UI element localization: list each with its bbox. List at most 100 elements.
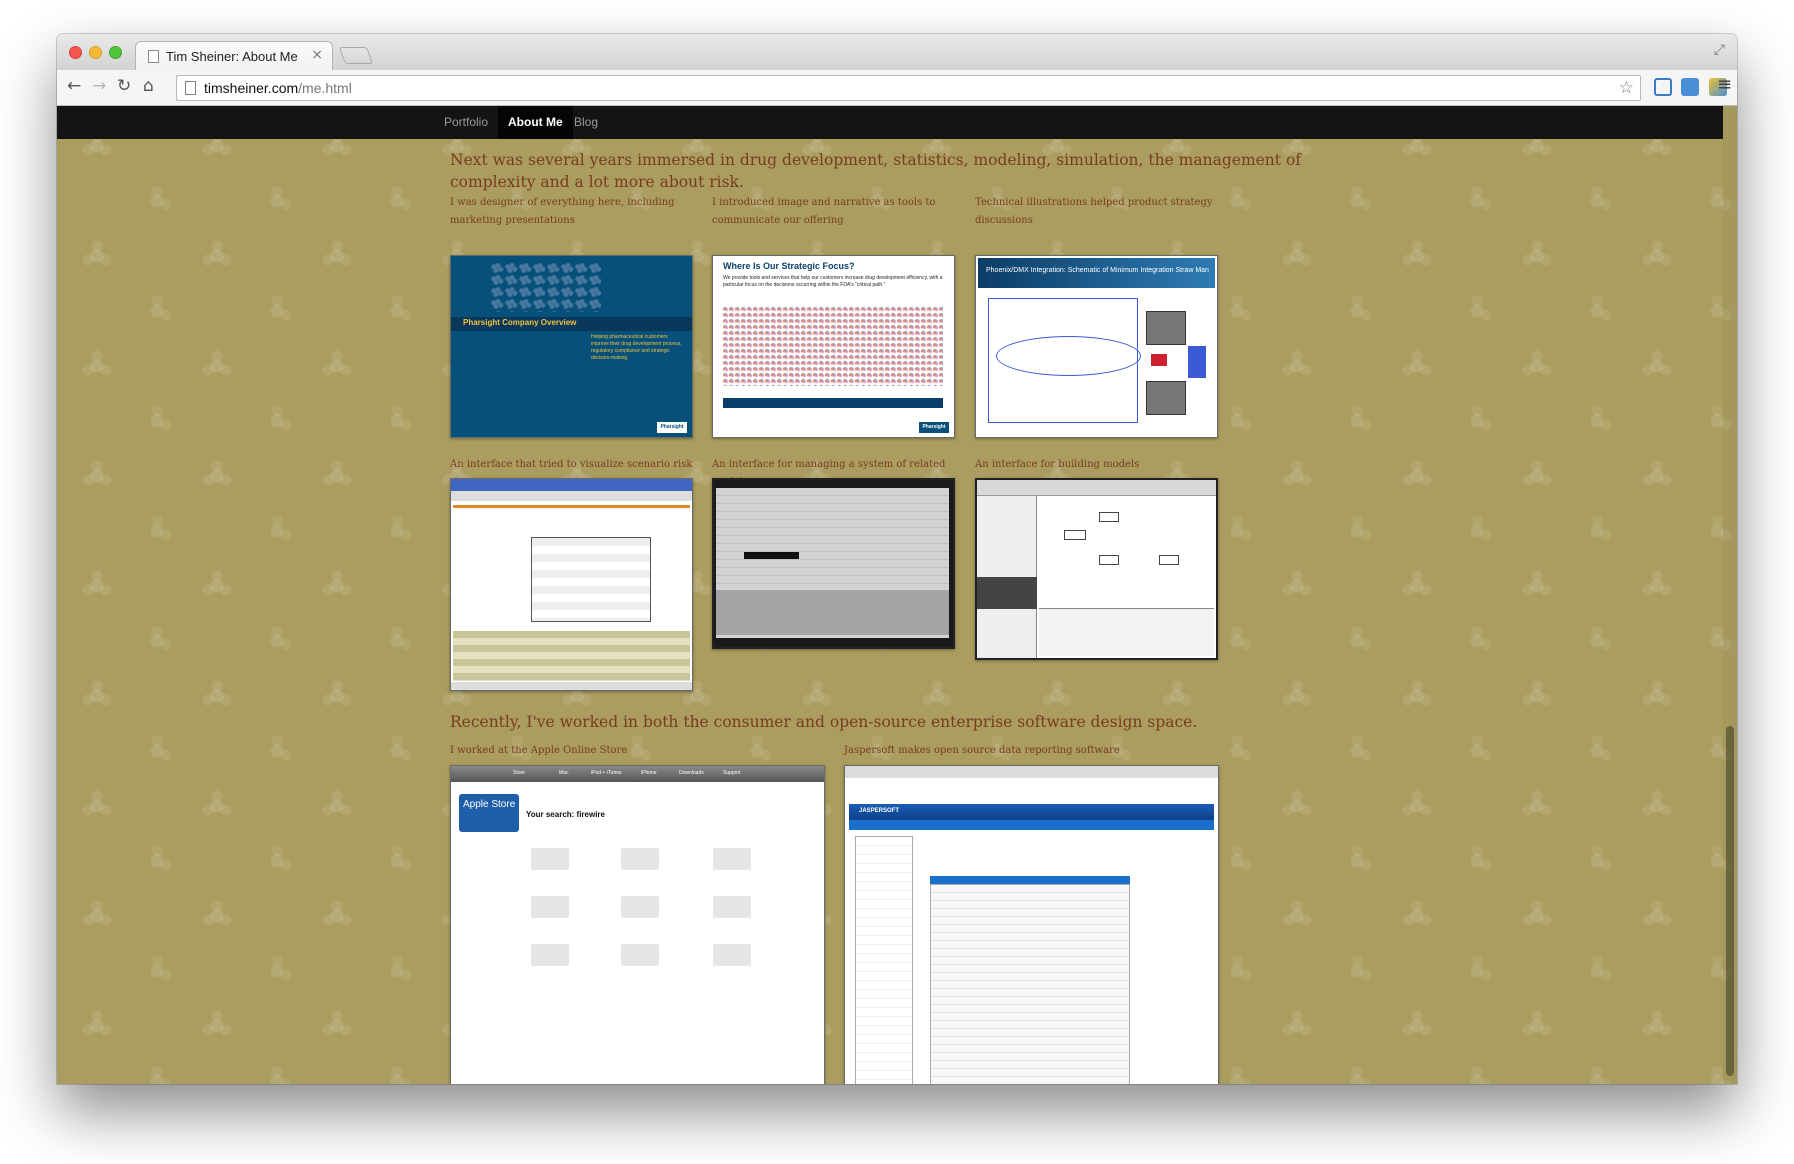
- slide-band: [723, 398, 943, 408]
- process-oval: [996, 336, 1141, 376]
- search-result-heading: Your search: firewire: [526, 810, 605, 819]
- overview-subtitle: Helping pharmaceutical customers improve…: [591, 334, 682, 361]
- address-bar[interactable]: timsheiner.com/me.html ☆: [176, 75, 1641, 101]
- model-builder-thumbnail[interactable]: [975, 478, 1218, 660]
- builder-canvas: [1039, 500, 1214, 605]
- apple-store-badge: Apple Store: [459, 794, 519, 832]
- zoom-window-button[interactable]: [109, 46, 122, 59]
- apple-store-thumbnail[interactable]: Store Mac iPod + iTunes iPhone Downloads…: [450, 765, 825, 1084]
- overview-title: Pharsight Company Overview: [463, 318, 577, 327]
- back-arrow-icon[interactable]: ←: [67, 76, 81, 96]
- nav-about-me[interactable]: About Me: [498, 106, 573, 139]
- results-panel: [716, 590, 949, 635]
- thumb-caption: I was designer of everything here, inclu…: [450, 197, 675, 226]
- window-titlebar: [845, 766, 1218, 778]
- model-node: [1099, 555, 1119, 565]
- extension-screen-icon[interactable]: [1654, 78, 1672, 96]
- document-icon: [185, 81, 196, 95]
- dmx-hub-box: [1151, 354, 1167, 366]
- thumb-caption: Jaspersoft makes open source data report…: [844, 745, 1120, 756]
- thumb-caption: Technical illustrations helped product s…: [975, 197, 1213, 226]
- model-system-thumbnail[interactable]: [712, 478, 955, 649]
- thumb-caption: An interface for building models: [975, 459, 1140, 470]
- apple-nav-item: Mac: [559, 770, 569, 776]
- section-headline: Recently, I've worked in both the consum…: [450, 713, 1198, 731]
- scrollbar-thumb[interactable]: [1726, 726, 1734, 1076]
- slide-body: We provide tools and services that help …: [723, 275, 943, 288]
- minimize-window-button[interactable]: [89, 46, 102, 59]
- product-image: [531, 944, 569, 966]
- report-table: [930, 884, 1130, 1084]
- product-image: [621, 848, 659, 870]
- model-node: [1159, 555, 1179, 565]
- builder-properties: [1039, 608, 1214, 656]
- apple-nav-item: Support: [723, 770, 741, 776]
- url-host: timsheiner.com: [204, 80, 299, 96]
- new-tab-button[interactable]: [338, 47, 374, 64]
- product-image: [531, 848, 569, 870]
- browser-tab[interactable]: Tim Sheiner: About Me ×: [135, 41, 333, 71]
- slide-title: Where Is Our Strategic Focus?: [723, 261, 855, 271]
- icon-cloud-graphic: [491, 262, 601, 312]
- jaspersoft-menu: [849, 820, 1214, 830]
- scenario-risk-thumbnail[interactable]: [450, 478, 693, 691]
- site-nav: Portfolio About Me Blog: [57, 106, 1723, 139]
- product-image: [713, 848, 751, 870]
- jaspersoft-thumbnail[interactable]: JASPERSOFT: [844, 765, 1219, 1084]
- file-stack: [1146, 381, 1186, 415]
- page-icon: [148, 50, 159, 63]
- extension-capture-icon[interactable]: [1681, 78, 1699, 96]
- url-text[interactable]: timsheiner.com/me.html: [204, 80, 352, 96]
- diagram-title: Phoenix/DMX Integration: Schematic of Mi…: [986, 267, 1209, 274]
- selected-row: [744, 552, 799, 559]
- pharsight-logo: Pharsight: [919, 422, 949, 433]
- builder-toolbar: [977, 480, 1216, 496]
- apple-store-label: Apple Store: [463, 799, 516, 810]
- fields-panel: [855, 836, 913, 1084]
- diagram-header: Phoenix/DMX Integration: Schematic of Mi…: [978, 258, 1215, 288]
- page-viewport: Portfolio About Me Blog Next was several…: [57, 106, 1737, 1084]
- apple-nav-item: Store: [513, 770, 525, 776]
- browser-toolbar: ← → ↻ ⌂ timsheiner.com/me.html ☆ ≡: [57, 70, 1737, 106]
- product-image: [621, 944, 659, 966]
- data-table: [453, 631, 690, 681]
- reload-icon[interactable]: ↻: [117, 76, 131, 96]
- server-box: [1188, 346, 1206, 378]
- fullscreen-icon[interactable]: ⤢: [1714, 42, 1725, 58]
- nav-portfolio[interactable]: Portfolio: [434, 106, 498, 139]
- jaspersoft-banner: JASPERSOFT: [849, 804, 1214, 820]
- product-image: [713, 944, 751, 966]
- integration-diagram-thumbnail[interactable]: Phoenix/DMX Integration: Schematic of Mi…: [975, 255, 1218, 438]
- tab-title: Tim Sheiner: About Me: [166, 49, 298, 64]
- tab-close-icon[interactable]: ×: [311, 47, 323, 63]
- browser-window: Tim Sheiner: About Me × ⤢ ← → ↻ ⌂ timshe…: [57, 34, 1737, 1084]
- home-icon[interactable]: ⌂: [143, 76, 154, 96]
- model-node: [1099, 512, 1119, 522]
- product-image: [621, 896, 659, 918]
- report-table-header: [930, 876, 1130, 884]
- url-path: /me.html: [298, 80, 352, 96]
- close-window-button[interactable]: [69, 46, 82, 59]
- apple-nav: Store Mac iPod + iTunes iPhone Downloads…: [451, 766, 824, 782]
- accent-rule: [453, 505, 690, 508]
- window-menubar: [451, 491, 692, 501]
- company-overview-thumbnail[interactable]: Pharsight Company Overview Helping pharm…: [450, 255, 693, 438]
- product-image: [531, 896, 569, 918]
- bookmark-star-icon[interactable]: ☆: [1619, 78, 1634, 98]
- nav-blog[interactable]: Blog: [564, 106, 608, 139]
- builder-panel-header: [977, 577, 1037, 609]
- menu-icon[interactable]: ≡: [1717, 74, 1732, 95]
- file-stack: [1146, 311, 1186, 345]
- pharsight-logo: Pharsight: [657, 422, 687, 433]
- thumb-caption: I introduced image and narrative as tool…: [712, 197, 936, 226]
- thumb-caption: I worked at the Apple Online Store: [450, 745, 628, 756]
- forward-arrow-icon[interactable]: →: [92, 76, 106, 96]
- tab-strip: Tim Sheiner: About Me × ⤢: [57, 34, 1737, 71]
- apple-nav-item: iPhone: [641, 770, 657, 776]
- targets-grid: [531, 537, 651, 622]
- window-titlebar: [451, 479, 692, 491]
- jaspersoft-logo: JASPERSOFT: [859, 808, 900, 814]
- product-image: [713, 896, 751, 918]
- section-headline: Next was several years immersed in drug …: [450, 151, 1302, 191]
- strategic-focus-thumbnail[interactable]: Where Is Our Strategic Focus? We provide…: [712, 255, 955, 438]
